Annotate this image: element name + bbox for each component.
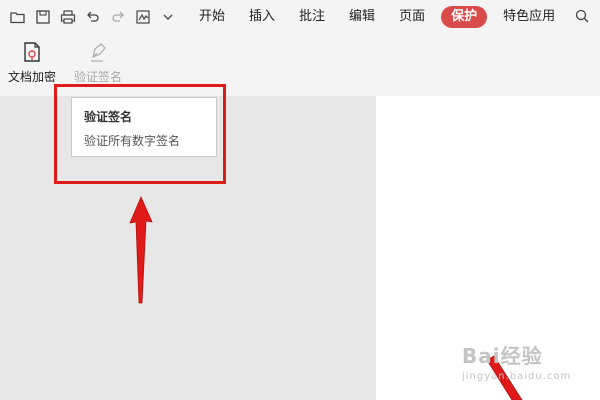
signature-icon[interactable] bbox=[133, 7, 153, 27]
document-encrypt-label: 文档加密 bbox=[8, 70, 57, 84]
menu-comment[interactable]: 批注 bbox=[287, 6, 337, 28]
menu-page[interactable]: 页面 bbox=[387, 6, 437, 28]
document-lock-icon bbox=[24, 42, 40, 62]
main-menu: 开始 插入 批注 编辑 页面 保护 特色应用 bbox=[187, 6, 567, 28]
pen-nib-icon bbox=[91, 43, 106, 62]
customize-dropdown-icon[interactable] bbox=[158, 7, 178, 27]
save-icon[interactable] bbox=[33, 7, 53, 27]
watermark-logo: Bai经验 jingyan.baidu.com bbox=[462, 340, 571, 382]
open-folder-icon[interactable] bbox=[8, 7, 28, 27]
watermark-url-text: jingyan.baidu.com bbox=[462, 371, 572, 382]
undo-icon[interactable] bbox=[83, 7, 103, 27]
menu-protect[interactable]: 保护 bbox=[441, 6, 488, 28]
search-icon[interactable] bbox=[574, 8, 592, 26]
verify-signature-button[interactable]: 验证签名 bbox=[74, 40, 122, 85]
redo-icon[interactable] bbox=[108, 7, 128, 27]
menu-home[interactable]: 开始 bbox=[187, 6, 237, 28]
watermark-main-text: Bai经验 bbox=[462, 344, 543, 368]
document-encrypt-button[interactable]: 文档加密 bbox=[8, 40, 56, 85]
print-icon[interactable] bbox=[58, 7, 78, 27]
title-toolbar: 开始 插入 批注 编辑 页面 保护 特色应用 bbox=[0, 0, 600, 34]
quick-access-bar bbox=[8, 7, 183, 27]
menu-special-apps[interactable]: 特色应用 bbox=[491, 6, 567, 28]
menu-insert[interactable]: 插入 bbox=[237, 6, 287, 28]
verify-signature-label: 验证签名 bbox=[74, 70, 123, 84]
menu-edit[interactable]: 编辑 bbox=[337, 6, 387, 28]
annotation-highlight-box bbox=[54, 84, 226, 184]
